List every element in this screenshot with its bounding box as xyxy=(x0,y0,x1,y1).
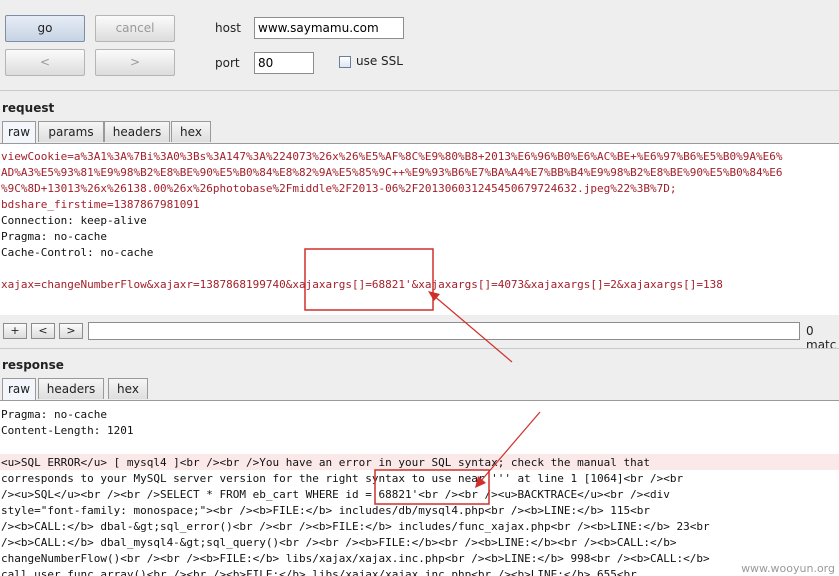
request-line: bdshare_firstime=1387867981091 xyxy=(1,198,200,211)
response-line: Content-Length: 1201 xyxy=(1,424,134,437)
response-title: response xyxy=(2,358,64,372)
request-body-line: xajax=changeNumberFlow&xajaxr=1387868199… xyxy=(1,278,723,291)
response-line: /><b>CALL:</b> dbal_mysql4-&gt;sql_query… xyxy=(1,536,677,549)
next-button[interactable]: > xyxy=(95,49,175,76)
watermark: www.wooyun.org xyxy=(741,562,835,575)
request-line: %9C%8D+13013%26x%26138.00%26x%26photobas… xyxy=(1,182,677,195)
response-line: corresponds to your MySQL server version… xyxy=(1,472,684,485)
port-label: port xyxy=(215,56,240,70)
request-title: request xyxy=(2,101,55,115)
port-input[interactable]: 80 xyxy=(254,52,314,74)
response-tab-raw[interactable]: raw xyxy=(2,378,36,400)
response-line: <u>SQL ERROR</u> [ mysql4 ]<br /><br />Y… xyxy=(1,456,651,469)
host-input[interactable]: www.saymamu.com xyxy=(254,17,404,39)
response-tab-hex[interactable]: hex xyxy=(108,378,148,399)
request-tab-raw[interactable]: raw xyxy=(2,121,36,143)
request-tab-headers[interactable]: headers xyxy=(104,121,170,142)
response-line: /><b>CALL:</b> dbal-&gt;sql_error()<br /… xyxy=(1,520,710,533)
use-ssl-checkbox[interactable] xyxy=(339,56,351,68)
request-line: Cache-Control: no-cache xyxy=(1,246,154,259)
use-ssl-label: use SSL xyxy=(356,54,403,68)
search-prev-button[interactable]: < xyxy=(31,323,55,339)
add-button[interactable]: + xyxy=(3,323,27,339)
response-line: call_user_func_array()<br /><br /><b>FIL… xyxy=(1,568,637,576)
request-line: Connection: keep-alive xyxy=(1,214,147,227)
response-tab-headers[interactable]: headers xyxy=(38,378,104,399)
request-search-input[interactable] xyxy=(88,322,800,340)
request-tab-params[interactable]: params xyxy=(38,121,104,142)
request-raw-editor[interactable]: viewCookie=a%3A1%3A%7Bi%3A0%3Bs%3A147%3A… xyxy=(0,143,839,315)
previous-button[interactable]: < xyxy=(5,49,85,76)
request-line: AD%A3%E5%93%81%E9%98%B2%E8%BE%90%E5%B0%8… xyxy=(1,166,783,179)
request-line: viewCookie=a%3A1%3A%7Bi%3A0%3Bs%3A147%3A… xyxy=(1,150,783,163)
search-next-button[interactable]: > xyxy=(59,323,83,339)
response-line: style="font-family: monospace;"><br /><b… xyxy=(1,504,651,517)
request-line: Pragma: no-cache xyxy=(1,230,107,243)
cancel-button[interactable]: cancel xyxy=(95,15,175,42)
response-line: /><u>SQL</u><br /><br />SELECT * FROM eb… xyxy=(1,488,670,501)
request-tab-hex[interactable]: hex xyxy=(171,121,211,142)
response-raw-editor[interactable]: Pragma: no-cache Content-Length: 1201 <u… xyxy=(0,400,839,576)
section-divider xyxy=(0,348,839,349)
toolbar-divider xyxy=(0,90,839,91)
response-line: changeNumberFlow()<br /><br /><b>FILE:</… xyxy=(1,552,710,565)
host-label: host xyxy=(215,21,241,35)
go-button[interactable]: go xyxy=(5,15,85,42)
response-line: Pragma: no-cache xyxy=(1,408,107,421)
